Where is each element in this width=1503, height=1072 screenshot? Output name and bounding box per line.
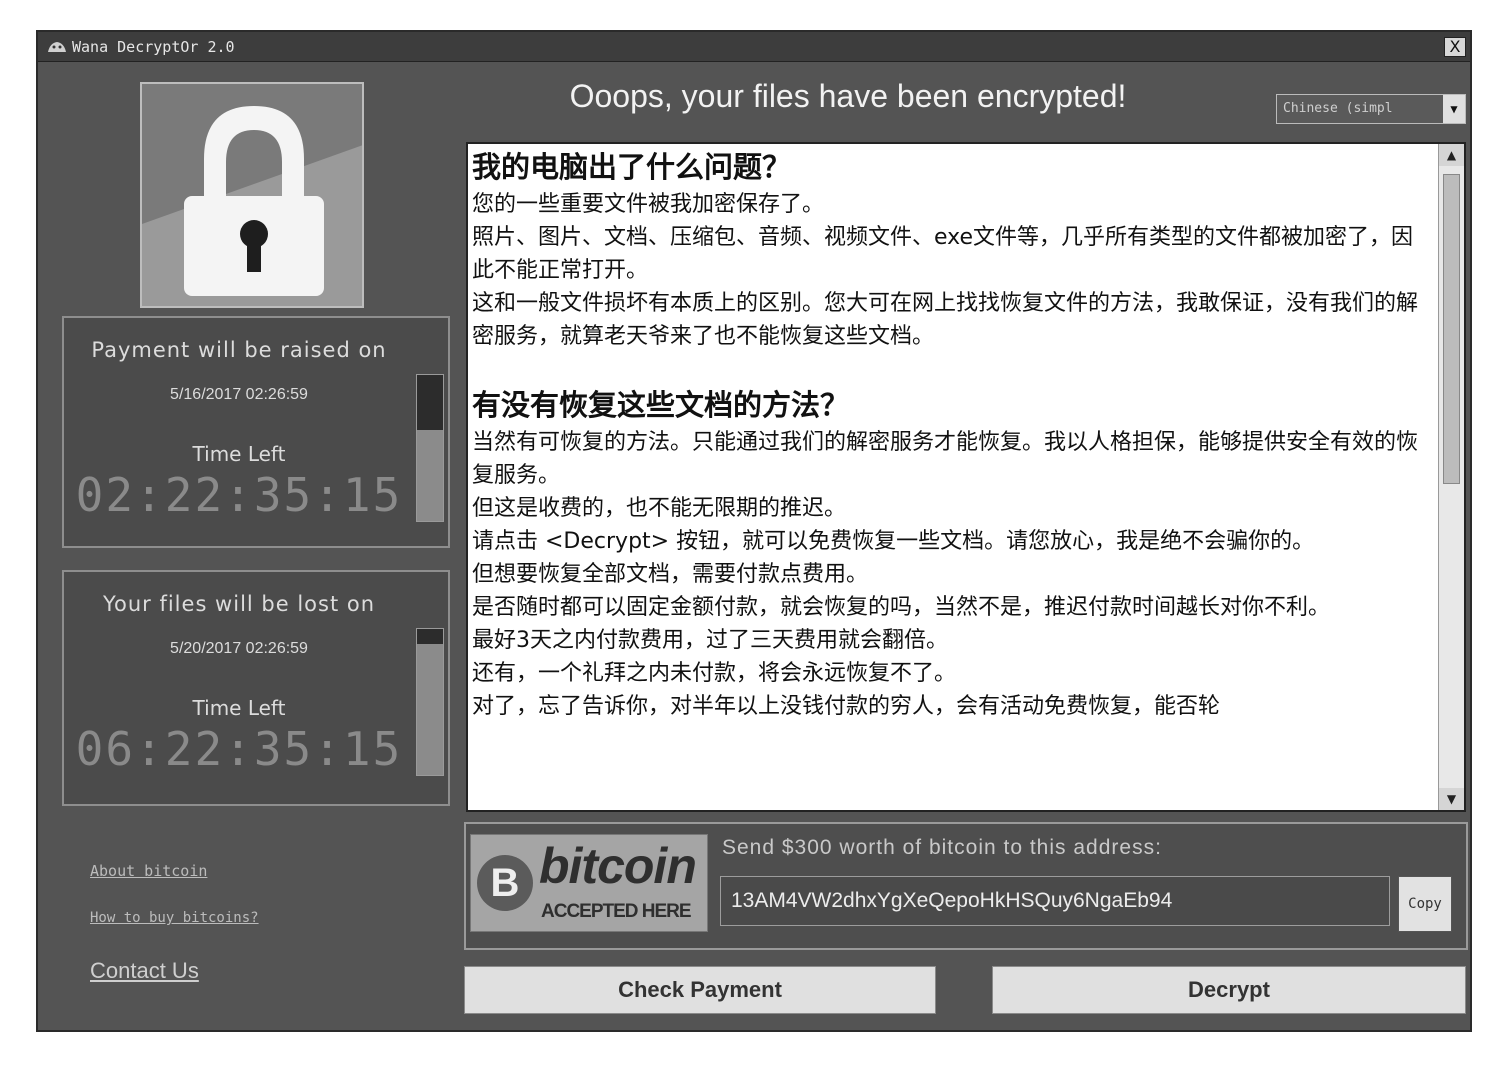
how-to-buy-bitcoins-link[interactable]: How to buy bitcoins? (90, 910, 259, 926)
padlock-icon (142, 84, 362, 296)
scroll-down-icon[interactable]: ▼ (1439, 788, 1464, 810)
close-icon: X (1449, 37, 1461, 56)
message-paragraph: 对了，忘了告诉你，对半年以上没钱付款的穷人，会有活动免费恢复，能否轮 (472, 694, 1221, 719)
contact-us-link[interactable]: Contact Us (90, 958, 199, 984)
time-progress-fill (417, 430, 443, 521)
message-paragraph: 请点击 <Decrypt> 按钮，就可以免费恢复一些文档。请您放心，我是绝不会骗… (472, 529, 1315, 554)
files-lost-heading: Your files will be lost on (102, 592, 376, 616)
bitcoin-payment-panel: B bitcoin ACCEPTED HERE Send $300 worth … (464, 822, 1468, 950)
message-paragraph: 当然有可恢复的方法。只能通过我们的解密服务才能恢复。我以人格担保，能够提供安全有… (472, 430, 1419, 488)
dropdown-arrow-icon[interactable]: ▼ (1443, 95, 1465, 123)
app-icon (48, 42, 66, 52)
countdown-display: 02:22:35:15 (75, 468, 403, 522)
bitcoin-address-field[interactable]: 13AM4VW2dhxYgXeQepoHkHSQuy6NgaEb94 (720, 876, 1390, 926)
window-title: Wana DecryptOr 2.0 (72, 38, 235, 56)
language-value: Chinese (simpl (1283, 101, 1393, 116)
close-button[interactable]: X (1444, 37, 1466, 57)
message-paragraph: 照片、图片、文档、压缩包、音频、视频文件、exe文件等，几乎所有类型的文件都被加… (472, 225, 1414, 283)
payment-raise-date: 5/16/2017 02:26:59 (170, 386, 308, 403)
time-progress-fill (417, 643, 443, 775)
message-heading: 我的电脑出了什么问题？ (472, 150, 792, 184)
copy-button[interactable]: Copy (1398, 876, 1452, 932)
decrypt-button[interactable]: Decrypt (992, 966, 1466, 1014)
app-window: Wana DecryptOr 2.0 X Payment will be rai… (36, 30, 1472, 1032)
countdown-display: 06:22:35:15 (75, 722, 403, 776)
bitcoin-logo-icon: B bitcoin ACCEPTED HERE (470, 834, 708, 932)
bitcoin-logo-subtitle: ACCEPTED HERE (541, 901, 692, 922)
time-left-label: Time Left (192, 442, 286, 466)
ransom-message-box[interactable]: 我的电脑出了什么问题？ 您的一些重要文件被我加密保存了。 照片、图片、文档、压缩… (466, 142, 1466, 812)
time-left-label: Time Left (192, 696, 286, 720)
message-paragraph: 还有，一个礼拜之内未付款，将会永远恢复不了。 (472, 661, 957, 686)
message-paragraph: 是否随时都可以固定金额付款，就会恢复的吗，当然不是，推迟付款时间越长对你不利。 (472, 595, 1331, 620)
message-paragraph: 这和一般文件损坏有本质上的区别。您大可在网上找找恢复文件的方法，我敢保证，没有我… (472, 291, 1419, 349)
message-paragraph: 您的一些重要文件被我加密保存了。 (472, 192, 825, 217)
message-heading: 有没有恢复这些文档的方法？ (472, 388, 850, 422)
page-title: Ooops, your files have been encrypted! (569, 78, 1127, 114)
bitcoin-coin: B (477, 855, 533, 911)
scrollbar-thumb[interactable] (1443, 174, 1460, 484)
ransom-message-text: 我的电脑出了什么问题？ 您的一些重要文件被我加密保存了。 照片、图片、文档、压缩… (472, 148, 1432, 723)
files-lost-date: 5/20/2017 02:26:59 (170, 640, 308, 657)
time-progress-bar (416, 374, 444, 522)
payment-raise-timer: Payment will be raised on 5/16/2017 02:2… (62, 316, 450, 548)
check-payment-button[interactable]: Check Payment (464, 966, 936, 1014)
send-instruction: Send $300 worth of bitcoin to this addre… (722, 836, 1162, 859)
message-scrollbar[interactable]: ▲ ▼ (1438, 144, 1464, 810)
language-select[interactable]: Chinese (simpl ▼ (1276, 94, 1466, 124)
title-bar: Wana DecryptOr 2.0 X (38, 32, 1470, 62)
bitcoin-logo-word: bitcoin (539, 838, 697, 894)
time-progress-bar (416, 628, 444, 776)
payment-raise-heading: Payment will be raised on (91, 338, 387, 362)
message-paragraph: 但想要恢复全部文档，需要付款点费用。 (472, 562, 869, 587)
message-paragraph: 最好3天之内付款费用，过了三天费用就会翻倍。 (472, 628, 948, 653)
about-bitcoin-link[interactable]: About bitcoin (90, 862, 207, 880)
files-lost-timer: Your files will be lost on 5/20/2017 02:… (62, 570, 450, 806)
scroll-up-icon[interactable]: ▲ (1439, 144, 1464, 166)
message-paragraph: 但这是收费的，也不能无限期的推迟。 (472, 496, 847, 521)
padlock-image (140, 82, 364, 308)
